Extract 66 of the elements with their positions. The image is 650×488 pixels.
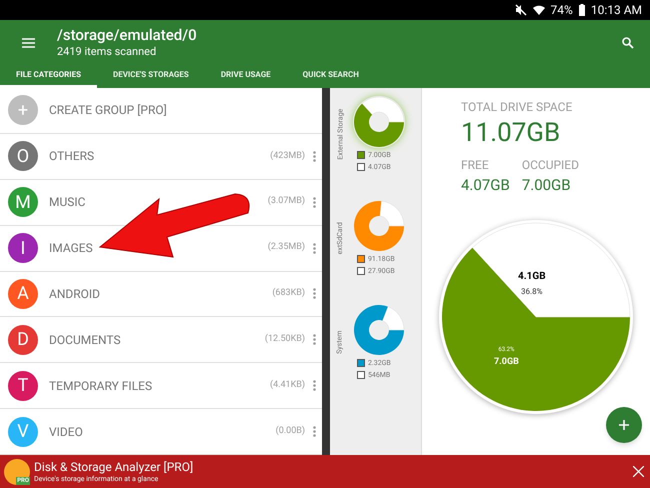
category-size: (2.35MB) xyxy=(268,241,305,254)
category-name: MUSIC xyxy=(49,194,86,212)
category-item[interactable]: O OTHERS (423MB) xyxy=(0,134,322,180)
wifi-icon xyxy=(532,4,545,16)
total-value: 11.07GB xyxy=(461,117,562,150)
items-scanned: 2419 items scanned xyxy=(57,45,158,59)
category-name: IMAGES xyxy=(49,240,94,258)
more-icon[interactable] xyxy=(313,150,316,162)
folder-path: /storage/emulated/0 xyxy=(57,26,198,45)
slice-percent: 36.8% xyxy=(521,286,543,298)
letter-avatar: + xyxy=(8,95,38,126)
category-size: (683KB) xyxy=(272,287,305,300)
add-button[interactable] xyxy=(606,407,642,443)
occupied-label: OCCUPIED xyxy=(522,157,579,174)
category-name: TEMPORARY FILES xyxy=(49,378,154,395)
search-icon[interactable] xyxy=(622,36,634,48)
more-icon[interactable] xyxy=(313,334,316,346)
category-size: (423MB) xyxy=(270,150,305,163)
ad-title: Disk & Storage Analyzer [PRO] xyxy=(34,460,194,475)
more-icon[interactable] xyxy=(313,242,316,254)
used-slice xyxy=(354,103,404,146)
create-group-item[interactable]: + CREATE GROUP [PRO] xyxy=(0,88,322,134)
category-size: (4.41KB) xyxy=(270,378,305,392)
category-item[interactable]: D DOCUMENTS (12.50KB) xyxy=(0,317,322,364)
occupied-value: 7.00GB xyxy=(522,175,572,196)
letter-avatar: D xyxy=(8,324,38,355)
category-name: ANDROID xyxy=(49,286,102,303)
slice-size: 7.0GB xyxy=(494,356,519,368)
free-slice xyxy=(382,306,404,330)
more-icon[interactable] xyxy=(313,288,316,300)
more-icon[interactable] xyxy=(313,380,316,392)
category-name: VIDEO xyxy=(49,424,84,441)
category-name: OTHERS xyxy=(49,148,96,166)
used-slice xyxy=(354,304,404,354)
free-value: 4.07GB xyxy=(461,175,510,196)
letter-avatar: T xyxy=(8,370,38,401)
free-slice xyxy=(380,200,404,226)
battery-icon xyxy=(578,4,585,16)
free-slice xyxy=(362,96,404,122)
free-label: FREE xyxy=(461,157,490,174)
letter-avatar: V xyxy=(8,416,38,447)
letter-avatar: M xyxy=(8,187,38,218)
category-name: DOCUMENTS xyxy=(49,332,122,349)
menu-icon[interactable] xyxy=(22,38,35,48)
tab[interactable]: DEVICE'S STORAGES xyxy=(97,65,205,88)
category-name: CREATE GROUP [PRO] xyxy=(49,102,168,120)
category-size: (0.00B) xyxy=(276,424,305,438)
letter-avatar: A xyxy=(8,278,38,309)
used-slice xyxy=(354,200,404,250)
category-size: (12.50KB) xyxy=(264,333,305,346)
tab[interactable]: DRIVE USAGE xyxy=(204,65,287,88)
more-icon[interactable] xyxy=(313,196,316,208)
mute-icon xyxy=(514,4,527,16)
tab[interactable]: QUICK SEARCH xyxy=(286,65,375,88)
slice-size: 4.1GB xyxy=(518,270,546,284)
battery-percent: 74% xyxy=(550,2,573,19)
plus-icon xyxy=(619,420,629,430)
total-label: TOTAL DRIVE SPACE xyxy=(461,99,574,116)
category-size: (3.07MB) xyxy=(268,195,305,208)
letter-avatar: O xyxy=(8,141,38,172)
category-item[interactable]: T TEMPORARY FILES (4.41KB) xyxy=(0,363,322,410)
clock-time: 10:13 AM xyxy=(590,2,642,19)
category-item[interactable]: A ANDROID (683KB) xyxy=(0,272,322,318)
more-icon[interactable] xyxy=(313,426,316,438)
letter-avatar: I xyxy=(8,233,38,264)
close-icon[interactable] xyxy=(633,466,644,477)
